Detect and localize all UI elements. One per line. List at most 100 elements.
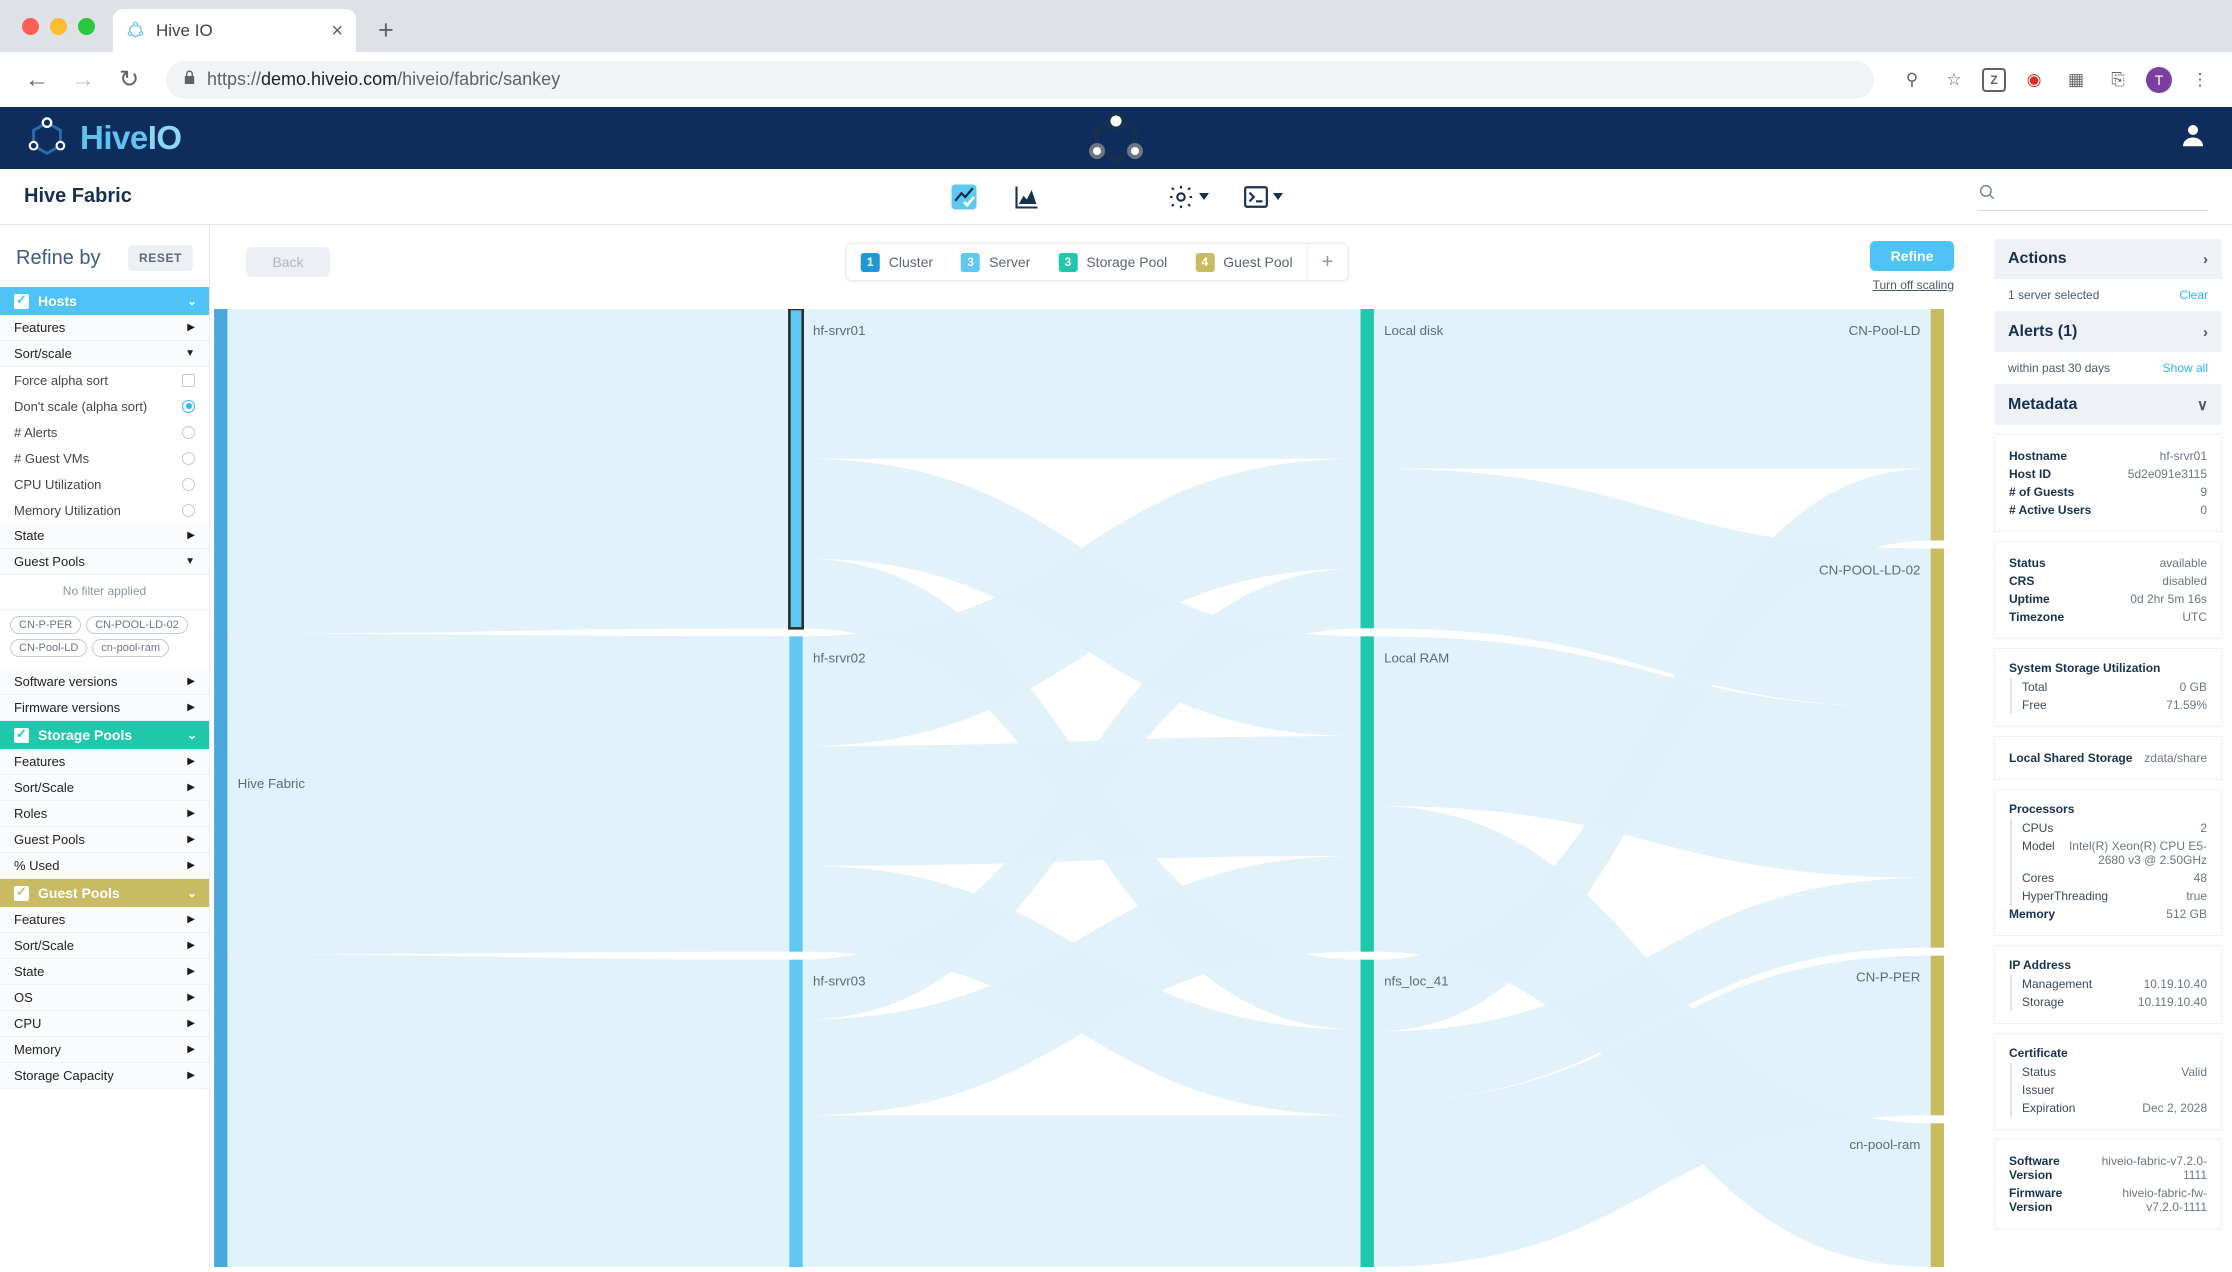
sidebar-item-gp-os[interactable]: OS ▶ — [0, 985, 209, 1011]
maximize-window-button[interactable] — [78, 17, 95, 35]
sidebar-item-gp-features[interactable]: Features ▶ — [0, 907, 209, 933]
sankey-node-hf-srvr03[interactable] — [789, 959, 803, 1268]
sidebar-item-sp-roles[interactable]: Roles ▶ — [0, 801, 209, 827]
sidebar-item-sp-guest-pools[interactable]: Guest Pools ▶ — [0, 827, 209, 853]
sidebar-item-sp-features[interactable]: Features ▶ — [0, 749, 209, 775]
close-tab-icon[interactable]: × — [331, 21, 343, 41]
minimize-window-button[interactable] — [50, 17, 67, 35]
analytics-chart-icon[interactable] — [1013, 183, 1041, 211]
alerts-accordion[interactable]: Alerts (1) › — [1994, 312, 2222, 352]
sankey-link[interactable] — [802, 1115, 1361, 1268]
profile-avatar[interactable]: T — [2146, 66, 2172, 93]
sidebar-item-gp-cpu[interactable]: CPU ▶ — [0, 1011, 209, 1037]
star-icon[interactable]: ☆ — [1940, 66, 1968, 94]
sankey-svg[interactable] — [210, 307, 1984, 1272]
new-tab-icon[interactable]: + — [378, 15, 394, 46]
show-all-alerts-link[interactable]: Show all — [2163, 361, 2208, 375]
sidebar-item-sp-sort-scale[interactable]: Sort/Scale ▶ — [0, 775, 209, 801]
global-search[interactable] — [1978, 183, 2208, 211]
chevron-down-icon[interactable]: ∨ — [2197, 396, 2208, 414]
sankey-link[interactable] — [802, 309, 1361, 459]
terminal-chevron-down-icon[interactable] — [1273, 193, 1283, 200]
reload-icon[interactable]: ↻ — [110, 61, 148, 99]
sankey-node-cn-pool-ld[interactable] — [1930, 309, 1945, 541]
sankey-link[interactable] — [227, 954, 790, 1268]
filter-chip[interactable]: cn-pool-ram — [92, 639, 169, 657]
sidebar-item-gp-state[interactable]: State ▶ — [0, 959, 209, 985]
sidebar-item-gp-memory[interactable]: Memory ▶ — [0, 1037, 209, 1063]
sidebar-option-dont-scale[interactable]: Don't scale (alpha sort) — [0, 393, 209, 419]
sankey-node-cn-pool-ld-02[interactable] — [1930, 548, 1945, 948]
sidebar-option-memory-utilization[interactable]: Memory Utilization — [0, 497, 209, 523]
back-button[interactable]: Back — [246, 247, 330, 277]
tasks-icon[interactable] — [949, 182, 979, 212]
chevron-right-icon[interactable]: › — [2203, 324, 2208, 341]
sankey-link[interactable] — [227, 633, 790, 955]
sidebar-item-gp-storage-capacity[interactable]: Storage Capacity ▶ — [0, 1063, 209, 1089]
sidebar-item-gp-sort-scale[interactable]: Sort/Scale ▶ — [0, 933, 209, 959]
sidebar-item-software-versions[interactable]: Software versions ▶ — [0, 669, 209, 695]
sidebar-group-hosts[interactable]: Hosts ⌄ — [0, 287, 209, 315]
forward-navigation-icon[interactable]: → — [64, 61, 102, 99]
pill-guest-pool[interactable]: 4 Guest Pool — [1181, 252, 1306, 272]
sidebar-item-firmware-versions[interactable]: Firmware versions ▶ — [0, 695, 209, 721]
sankey-node-local-ram[interactable] — [1360, 636, 1374, 952]
hiveio-logo[interactable]: HiveIO — [24, 115, 182, 161]
sankey-node-cn-p-per[interactable] — [1930, 955, 1945, 1116]
menu-icon[interactable]: ⋮ — [2186, 66, 2214, 94]
pill-server[interactable]: 3 Server — [947, 252, 1044, 272]
key-icon[interactable]: ⚲ — [1898, 66, 1926, 94]
account-icon[interactable] — [2178, 120, 2208, 157]
sankey-node-hive-fabric[interactable] — [214, 309, 228, 1268]
fabric-node-icon[interactable] — [1075, 111, 1143, 211]
terminal-icon[interactable] — [1243, 184, 1283, 210]
guest-pools-checkbox-icon[interactable] — [14, 884, 29, 901]
zotero-icon[interactable]: Z — [1982, 67, 2006, 92]
sidebar-group-storage-pools[interactable]: Storage Pools ⌄ — [0, 721, 209, 749]
window-traffic-lights[interactable] — [16, 0, 113, 52]
add-column-icon[interactable]: + — [1306, 244, 1348, 280]
chevron-right-icon[interactable]: › — [2203, 251, 2208, 268]
chevron-down-icon[interactable]: ⌄ — [187, 886, 197, 900]
pill-cluster[interactable]: 1 Cluster — [847, 252, 947, 272]
sankey-node-hf-srvr01[interactable] — [788, 307, 804, 630]
actions-accordion[interactable]: Actions › — [1994, 239, 2222, 279]
chevron-down-icon[interactable]: ⌄ — [187, 728, 197, 742]
filter-chip[interactable]: CN-Pool-LD — [10, 639, 88, 657]
sankey-link[interactable] — [1373, 309, 1931, 469]
filter-chip[interactable]: CN-P-PER — [10, 616, 82, 634]
sidebar-item-sp-percent-used[interactable]: % Used ▶ — [0, 853, 209, 879]
sankey-node-nfs-loc-41[interactable] — [1360, 959, 1374, 1268]
storage-pools-checkbox-icon[interactable] — [14, 726, 29, 743]
sankey-node-hf-srvr02[interactable] — [789, 636, 803, 952]
sankey-link[interactable] — [227, 309, 790, 634]
address-bar[interactable]: https://demo.hiveio.com/hiveio/fabric/sa… — [166, 60, 1874, 99]
sankey-node-cn-pool-ram[interactable] — [1930, 1123, 1945, 1268]
hosts-checkbox-icon[interactable] — [14, 292, 29, 309]
sidebar-option-force-alpha-sort[interactable]: Force alpha sort — [0, 367, 209, 393]
turn-off-scaling-link[interactable]: Turn off scaling — [1873, 278, 1954, 292]
clear-selection-link[interactable]: Clear — [2179, 288, 2208, 302]
metadata-accordion[interactable]: Metadata ∨ — [1994, 385, 2222, 425]
sidebar-item-sort-scale[interactable]: Sort/scale ▼ — [0, 341, 209, 367]
screenshot-icon[interactable]: ⎘ — [2104, 66, 2132, 94]
chevron-down-icon[interactable]: ⌄ — [187, 294, 197, 308]
pill-storage-pool[interactable]: 3 Storage Pool — [1044, 252, 1181, 272]
sidebar-option-num-guest-vms[interactable]: # Guest VMs — [0, 445, 209, 471]
refine-button[interactable]: Refine — [1870, 241, 1954, 271]
extension-icon[interactable]: ◉ — [2020, 66, 2048, 94]
reset-button[interactable]: RESET — [127, 245, 193, 271]
browser-tab[interactable]: Hive IO × — [113, 9, 356, 52]
back-navigation-icon[interactable]: ← — [18, 61, 56, 99]
sidebar-item-guest-pools[interactable]: Guest Pools ▼ — [0, 549, 209, 575]
sankey-node-local-disk[interactable] — [1360, 309, 1374, 629]
sidebar-item-features[interactable]: Features ▶ — [0, 315, 209, 341]
filter-chip[interactable]: CN-POOL-LD-02 — [86, 616, 188, 634]
sidebar-item-state[interactable]: State ▶ — [0, 523, 209, 549]
close-window-button[interactable] — [22, 17, 39, 35]
sidebar-option-cpu-utilization[interactable]: CPU Utilization — [0, 471, 209, 497]
grid-icon[interactable]: ▦ — [2062, 66, 2090, 94]
sidebar-group-guest-pools[interactable]: Guest Pools ⌄ — [0, 879, 209, 907]
settings-chevron-down-icon[interactable] — [1199, 193, 1209, 200]
sidebar-option-num-alerts[interactable]: # Alerts — [0, 419, 209, 445]
